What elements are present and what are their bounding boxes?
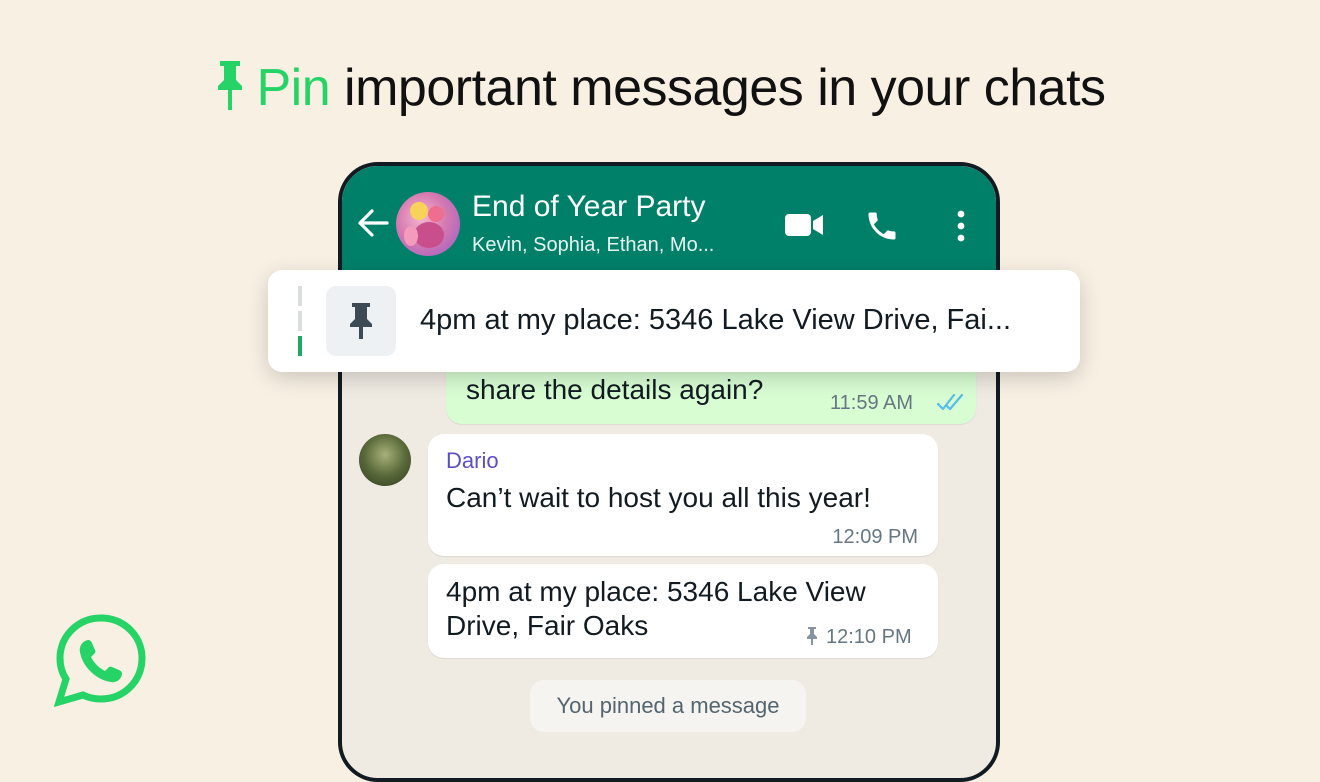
chat-title[interactable]: End of Year Party (472, 190, 706, 224)
whatsapp-logo-icon (52, 612, 150, 713)
message-time: 12:09 PM (832, 526, 918, 548)
pin-icon (214, 59, 246, 126)
sender-name[interactable]: Dario (446, 448, 499, 474)
message-text-line2: Drive, Fair Oaks (446, 610, 649, 641)
more-options-icon[interactable] (954, 208, 968, 249)
video-call-icon[interactable] (784, 212, 824, 243)
chat-header: End of Year Party Kevin, Sophia, Ethan, … (342, 166, 996, 274)
double-check-read-icon (936, 392, 966, 417)
group-avatar[interactable] (396, 192, 460, 256)
pinned-message-banner[interactable]: 4pm at my place: 5346 Lake View Drive, F… (268, 270, 1080, 372)
pin-icon (350, 303, 372, 339)
message-text: share the details again? (466, 374, 764, 405)
message-bubble-incoming[interactable]: Dario Can’t wait to host you all this ye… (428, 434, 938, 556)
pinned-message-text: 4pm at my place: 5346 Lake View Drive, F… (420, 304, 1012, 336)
pin-position-indicator (298, 286, 302, 356)
sender-avatar[interactable] (359, 434, 411, 486)
headline-text: important messages in your chats (330, 59, 1106, 117)
message-time: 11:59 AM (830, 392, 914, 414)
message-text-line1: 4pm at my place: 5346 Lake View (446, 576, 866, 607)
message-bubble-pinned[interactable]: 4pm at my place: 5346 Lake View Drive, F… (428, 564, 938, 658)
chat-members[interactable]: Kevin, Sophia, Ethan, Mo... (472, 234, 714, 257)
promo-stage: Pin important messages in your chats End… (0, 0, 1320, 782)
voice-call-icon[interactable] (864, 208, 900, 249)
headline: Pin important messages in your chats (0, 56, 1320, 126)
system-note-pinned: You pinned a message (530, 680, 806, 732)
message-text: Can’t wait to host you all this year! (446, 482, 871, 513)
pinned-mini-icon (806, 626, 818, 651)
pin-icon-box (326, 286, 396, 356)
headline-accent-word: Pin (256, 59, 331, 117)
message-time: 12:10 PM (826, 626, 912, 648)
back-arrow-icon[interactable] (356, 208, 390, 243)
